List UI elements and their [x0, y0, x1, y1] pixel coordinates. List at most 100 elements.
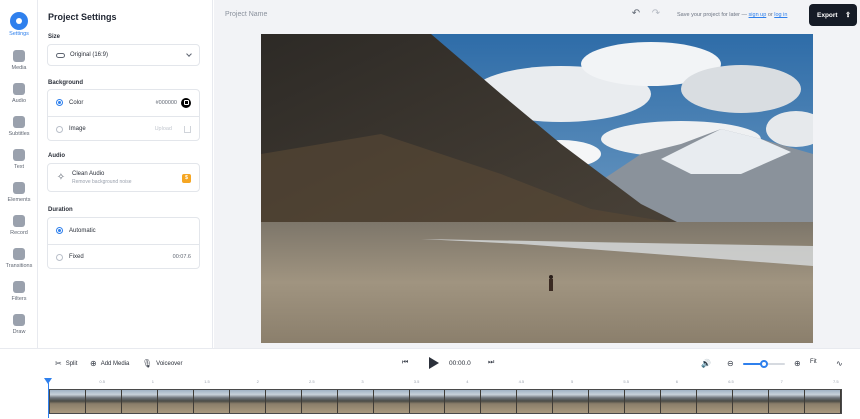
- project-name[interactable]: Project Name: [225, 11, 267, 18]
- upload-icon: ⇪: [845, 12, 851, 19]
- skip-forward-icon[interactable]: ⏭: [488, 359, 494, 367]
- timeline-thumbnail: [517, 390, 554, 413]
- add-media-label: Add Media: [100, 360, 130, 367]
- rail-label: Settings: [9, 31, 29, 37]
- timeline-tick-label: 0.5: [99, 379, 105, 384]
- undo-icon[interactable]: ↶: [630, 9, 642, 19]
- split-label: Split: [65, 360, 78, 367]
- video-track-clip[interactable]: [49, 389, 842, 414]
- timeline-thumbnail: [661, 390, 698, 413]
- project-settings-panel: Project Settings Size Original (16:9) Ba…: [38, 0, 213, 348]
- automatic-radio[interactable]: [56, 227, 63, 234]
- chevron-down-icon: [186, 51, 192, 57]
- rail-item-record[interactable]: Record: [0, 215, 38, 245]
- login-link[interactable]: log in: [774, 12, 787, 18]
- skip-back-icon[interactable]: ⏮: [402, 359, 408, 367]
- size-select[interactable]: Original (16:9): [47, 44, 200, 66]
- rail-label: Subtitles: [8, 131, 30, 137]
- automatic-label: Automatic: [69, 227, 96, 234]
- plus-circle-icon: ⊕: [90, 359, 97, 368]
- rail-item-text[interactable]: Text: [0, 149, 38, 179]
- waveform-icon: ∿: [836, 359, 843, 368]
- timeline-tick-label: 4: [466, 379, 469, 384]
- zoom-slider-handle[interactable]: [760, 360, 768, 368]
- rail-item-subtitles[interactable]: Subtitles: [0, 116, 38, 146]
- color-radio[interactable]: [56, 99, 63, 106]
- timeline-thumbnail: [121, 390, 158, 413]
- fixed-duration-value[interactable]: 00:07.6: [173, 254, 191, 260]
- export-label: Export: [817, 11, 838, 19]
- fit-button[interactable]: Fit: [810, 359, 817, 365]
- record-icon: [13, 215, 25, 227]
- timeline-thumbnail: [157, 390, 194, 413]
- color-swatch[interactable]: [181, 97, 191, 108]
- rail-item-filters[interactable]: Filters: [0, 281, 38, 311]
- color-hex-value[interactable]: #000000: [156, 100, 177, 106]
- rail-label: Audio: [11, 98, 27, 104]
- cloud-icon: [56, 52, 65, 58]
- rail-label: Elements: [7, 197, 31, 203]
- duration-fixed-option[interactable]: Fixed 00:07.6: [48, 244, 199, 269]
- timeline-thumbnail: [193, 390, 230, 413]
- zoom-in-button[interactable]: ⊕: [794, 359, 805, 368]
- play-icon[interactable]: [429, 357, 439, 369]
- pen-icon: [13, 314, 25, 326]
- rail-item-media[interactable]: Media: [0, 50, 38, 80]
- timeline-thumbnail: [805, 390, 841, 413]
- timeline-thumbnail: [553, 390, 590, 413]
- timeline-tick-label: 6.5: [728, 379, 734, 384]
- rail-label: Text: [13, 164, 25, 170]
- fit-label: Fit: [810, 359, 817, 365]
- waveform-button[interactable]: ∿: [836, 359, 847, 368]
- subtitles-icon: [13, 116, 25, 128]
- voiceover-button[interactable]: 🎙 Voiceover: [142, 359, 183, 368]
- sparkle-icon: ✧: [56, 172, 66, 183]
- timeline-tick-label: 2.5: [309, 379, 315, 384]
- rail-item-audio[interactable]: Audio: [0, 83, 38, 113]
- text-icon: [13, 149, 25, 161]
- zoom-in-icon: ⊕: [794, 359, 801, 368]
- microphone-icon: 🎙: [142, 359, 153, 368]
- background-image-option[interactable]: Image Upload: [48, 116, 199, 141]
- timeline-thumbnail: [301, 390, 338, 413]
- timeline-thumbnail: [337, 390, 374, 413]
- rail-item-transitions[interactable]: Transitions: [0, 248, 38, 278]
- timeline-thumbnail: [697, 390, 734, 413]
- signup-link[interactable]: sign up: [749, 12, 767, 18]
- rail-item-draw[interactable]: Draw: [0, 314, 38, 344]
- color-label: Color: [69, 99, 84, 106]
- add-media-button[interactable]: ⊕ Add Media: [90, 359, 129, 368]
- size-label: Size: [48, 34, 61, 40]
- fixed-radio[interactable]: [56, 253, 63, 261]
- zoom-out-icon: ⊖: [727, 359, 734, 368]
- zoom-slider[interactable]: [743, 360, 785, 368]
- plus-icon: [13, 50, 25, 62]
- duration-label: Duration: [48, 207, 73, 213]
- timeline-tick-label: 2: [256, 379, 259, 384]
- redo-icon[interactable]: ↷: [650, 9, 662, 19]
- timeline-tick-label: 5.5: [623, 379, 629, 384]
- background-color-option[interactable]: Color #000000: [48, 90, 199, 115]
- image-radio[interactable]: [56, 125, 63, 133]
- zoom-out-button[interactable]: ⊖: [727, 359, 738, 368]
- music-icon: [13, 83, 25, 95]
- left-icon-rail: Settings Media Audio Subtitles Text Elem…: [0, 0, 38, 348]
- split-button[interactable]: ✂ Split: [55, 359, 77, 368]
- background-label: Background: [48, 80, 84, 86]
- timeline-ruler[interactable]: 0.5 1 1.5 2 2.5 3 3.5 4 4.5 5 5.5 6 6.5 7 7.5: [47, 378, 842, 388]
- volume-button[interactable]: 🔊: [701, 359, 715, 368]
- rail-item-elements[interactable]: Elements: [0, 182, 38, 212]
- save-prompt: Save your project for later — sign up or…: [677, 12, 787, 18]
- transitions-icon: [13, 248, 25, 260]
- timeline-tick-label: 7: [780, 379, 783, 384]
- rail-item-settings[interactable]: Settings: [0, 12, 38, 42]
- clean-audio-option[interactable]: ✧ Clean Audio Remove background noise $: [47, 163, 200, 192]
- size-value: Original (16:9): [70, 52, 109, 58]
- timeline-thumbnail: [409, 390, 446, 413]
- duration-automatic-option[interactable]: Automatic: [48, 218, 199, 243]
- filters-icon: [13, 281, 25, 293]
- export-button[interactable]: Export ⇪: [809, 4, 857, 26]
- video-preview[interactable]: [261, 34, 813, 343]
- rail-label: Transitions: [5, 263, 33, 269]
- upload-label: Upload: [154, 126, 172, 132]
